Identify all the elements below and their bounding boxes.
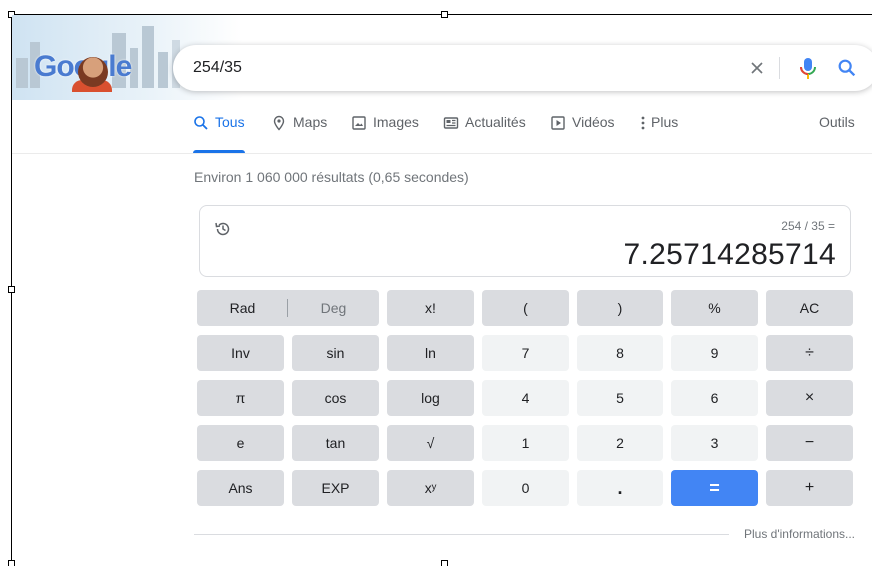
resize-handle[interactable] xyxy=(441,11,448,18)
tab-label: Actualités xyxy=(465,114,526,130)
tab-label: Vidéos xyxy=(572,114,615,130)
equals-button[interactable]: = xyxy=(671,470,758,506)
decimal-point-button[interactable]: . xyxy=(577,470,663,506)
image-icon xyxy=(352,116,366,130)
digit-1-button[interactable]: 1 xyxy=(482,425,569,461)
open-paren-button[interactable]: ( xyxy=(482,290,569,326)
inv-button[interactable]: Inv xyxy=(197,335,284,371)
divide-button[interactable]: ÷ xyxy=(766,335,853,371)
tab-plus[interactable]: Plus xyxy=(639,114,678,152)
log-button[interactable]: log xyxy=(387,380,474,416)
microphone-icon[interactable] xyxy=(798,56,818,80)
plus-button[interactable]: + xyxy=(766,470,853,506)
pi-button[interactable]: π xyxy=(197,380,284,416)
search-icon[interactable] xyxy=(836,57,858,79)
resize-handle[interactable] xyxy=(8,286,15,293)
more-info-link[interactable]: Plus d'informations... xyxy=(744,527,855,541)
search-box-divider xyxy=(779,57,780,79)
percent-button[interactable]: % xyxy=(671,290,758,326)
e-button[interactable]: e xyxy=(197,425,284,461)
digit-4-button[interactable]: 4 xyxy=(482,380,569,416)
rad-deg-toggle: Rad Deg xyxy=(197,290,379,326)
search-box xyxy=(173,45,872,91)
search-input[interactable] xyxy=(193,57,713,79)
resize-handle[interactable] xyxy=(8,560,15,566)
sin-button[interactable]: sin xyxy=(292,335,379,371)
doodle-building xyxy=(158,52,168,88)
news-icon xyxy=(443,117,459,129)
doodle-figure-face xyxy=(78,57,108,87)
digit-6-button[interactable]: 6 xyxy=(671,380,758,416)
digit-5-button[interactable]: 5 xyxy=(577,380,663,416)
calculator-display: 254 / 35 = 7.25714285714 xyxy=(199,205,851,277)
history-icon[interactable] xyxy=(214,220,232,238)
tab-videos[interactable]: Vidéos xyxy=(550,114,615,152)
tools-button[interactable]: Outils xyxy=(819,114,855,130)
exp-button[interactable]: EXP xyxy=(292,470,379,506)
calculator-expression: 254 / 35 = xyxy=(781,219,835,233)
digit-2-button[interactable]: 2 xyxy=(577,425,663,461)
deg-button[interactable]: Deg xyxy=(288,290,379,326)
doodle-building xyxy=(142,26,154,88)
tab-label: Maps xyxy=(293,114,328,130)
multiply-button[interactable]: × xyxy=(766,380,853,416)
tab-actualites[interactable]: Actualités xyxy=(443,114,526,152)
cos-button[interactable]: cos xyxy=(292,380,379,416)
footer-divider xyxy=(194,534,729,535)
close-icon[interactable] xyxy=(747,58,767,78)
resize-handle[interactable] xyxy=(441,560,448,566)
result-stats: Environ 1 060 000 résultats (0,65 second… xyxy=(194,169,469,185)
more-vert-icon xyxy=(641,116,645,130)
tab-label: Images xyxy=(373,114,419,130)
tabs-divider xyxy=(12,153,872,154)
doodle-building xyxy=(16,58,28,88)
factorial-button[interactable]: x! xyxy=(387,290,474,326)
digit-0-button[interactable]: 0 xyxy=(482,470,569,506)
map-pin-icon xyxy=(273,115,285,131)
sqrt-button[interactable]: √ xyxy=(387,425,474,461)
clear-button[interactable]: AC xyxy=(766,290,853,326)
ln-button[interactable]: ln xyxy=(387,335,474,371)
digit-9-button[interactable]: 9 xyxy=(671,335,758,371)
tab-images[interactable]: Images xyxy=(351,114,419,152)
digit-7-button[interactable]: 7 xyxy=(482,335,569,371)
digit-3-button[interactable]: 3 xyxy=(671,425,758,461)
close-paren-button[interactable]: ) xyxy=(577,290,663,326)
search-icon xyxy=(194,116,208,130)
tab-tous[interactable]: Tous xyxy=(193,114,245,153)
ans-button[interactable]: Ans xyxy=(197,470,284,506)
play-icon xyxy=(551,116,565,130)
tab-label: Tous xyxy=(215,114,245,130)
tan-button[interactable]: tan xyxy=(292,425,379,461)
minus-button[interactable]: − xyxy=(766,425,853,461)
digit-8-button[interactable]: 8 xyxy=(577,335,663,371)
tab-label: Plus xyxy=(651,114,679,130)
rad-button[interactable]: Rad xyxy=(197,290,288,326)
power-button[interactable]: xʸ xyxy=(387,470,474,506)
tab-maps[interactable]: Maps xyxy=(271,114,327,152)
calculator-result: 7.25714285714 xyxy=(623,238,836,271)
